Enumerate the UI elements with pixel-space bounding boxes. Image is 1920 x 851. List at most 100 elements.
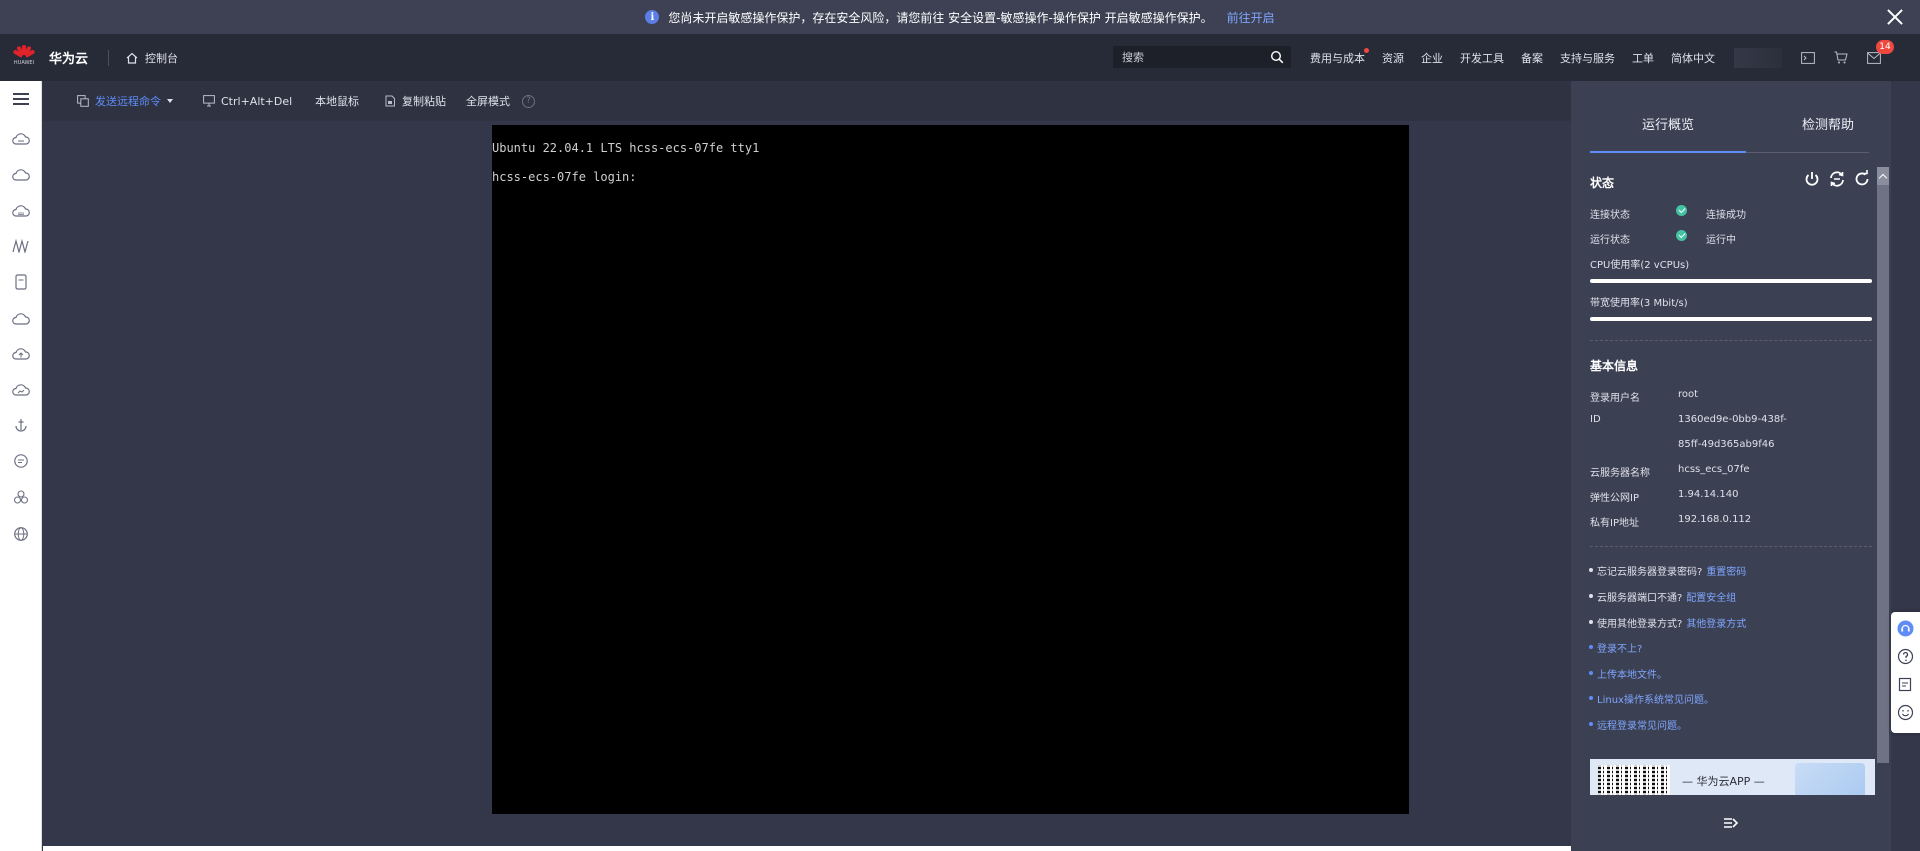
- console-link[interactable]: 控制台: [125, 50, 178, 66]
- scroll-up-icon[interactable]: [1877, 167, 1889, 185]
- remote-terminal-screen[interactable]: Ubuntu 22.04.1 LTS hcss-ecs-07fe tty1 hc…: [492, 125, 1409, 814]
- huawei-logo[interactable]: HUAWEI: [11, 43, 37, 73]
- help-item: 使用其他登录方式? 其他登录方式: [1588, 615, 1746, 630]
- connection-status-value: 连接成功: [1706, 210, 1746, 221]
- cloud-icon[interactable]: [11, 165, 31, 185]
- top-header: HUAWEI 华为云 控制台 搜索 费用与成本 资源 企业 开发工具 备案 支持…: [0, 34, 1920, 81]
- chevron-down-icon: [167, 99, 173, 103]
- anchor-icon[interactable]: [11, 415, 31, 435]
- configure-security-group-link[interactable]: 配置安全组: [1686, 593, 1736, 604]
- fullscreen-label: 全屏模式: [466, 95, 510, 108]
- logo-text: HUAWEI: [13, 59, 35, 66]
- search-input[interactable]: 搜索: [1113, 46, 1291, 68]
- info-value: 192.168.0.112: [1678, 514, 1752, 525]
- fullscreen-button[interactable]: 全屏模式 ?: [466, 81, 535, 121]
- vnc-toolbar: 发送远程命令 Ctrl+Alt+Del 本地鼠标 复制粘贴 全屏模式 ?: [43, 81, 1571, 121]
- nav-enterprise[interactable]: 企业: [1421, 50, 1443, 66]
- ctrl-alt-del-button[interactable]: Ctrl+Alt+Del: [203, 81, 292, 121]
- connection-status-label: 连接状态: [1590, 210, 1630, 221]
- send-icon: [77, 95, 89, 107]
- cloud-storage-icon[interactable]: [11, 201, 31, 221]
- check-circle-icon: [1676, 205, 1687, 216]
- bottom-strip: [43, 846, 1571, 851]
- reset-password-link[interactable]: 重置密码: [1706, 567, 1746, 578]
- info-value: hcss_ecs_07fe: [1678, 464, 1750, 475]
- info-label: 云服务器名称: [1590, 468, 1650, 479]
- upload-file-link[interactable]: 上传本地文件。: [1589, 666, 1667, 681]
- panel-footer: [1571, 795, 1891, 851]
- customer-service-icon[interactable]: [1897, 620, 1914, 637]
- tab-diagnostics[interactable]: 检测帮助: [1802, 114, 1854, 133]
- user-account[interactable]: [1734, 47, 1782, 68]
- question-icon[interactable]: [1897, 648, 1914, 665]
- home-icon: [126, 52, 138, 64]
- run-status-label: 运行状态: [1590, 235, 1630, 246]
- cart-icon[interactable]: [1833, 50, 1849, 66]
- run-status-value: 运行中: [1706, 235, 1736, 246]
- section-divider: [1590, 340, 1872, 341]
- nav-dev-tools[interactable]: 开发工具: [1460, 50, 1504, 66]
- section-divider: [1590, 546, 1872, 547]
- cpu-usage-bar: [1590, 279, 1872, 283]
- collapse-icon[interactable]: [1723, 817, 1739, 829]
- terminal-line: Ubuntu 22.04.1 LTS hcss-ecs-07fe tty1: [492, 141, 760, 155]
- power-icon[interactable]: [1803, 170, 1821, 188]
- bandwidth-usage-label: 带宽使用率(3 Mbit/s): [1590, 298, 1688, 309]
- nav-cost[interactable]: 费用与成本: [1310, 47, 1369, 66]
- other-login-link[interactable]: 其他登录方式: [1686, 619, 1746, 630]
- copy-paste-button[interactable]: 复制粘贴: [384, 81, 446, 121]
- menu-icon[interactable]: [11, 89, 31, 109]
- feedback-icon[interactable]: [1897, 676, 1914, 693]
- globe-icon[interactable]: [11, 524, 31, 544]
- cloud-monitor-icon[interactable]: [11, 380, 31, 400]
- chat-icon[interactable]: [11, 451, 31, 471]
- cloud-service-icon[interactable]: [11, 309, 31, 329]
- nav-support[interactable]: 支持与服务: [1560, 50, 1615, 66]
- ecs-cloud-icon[interactable]: [11, 129, 31, 149]
- local-mouse-button[interactable]: 本地鼠标: [315, 81, 359, 121]
- brand-name[interactable]: 华为云: [49, 48, 88, 67]
- info-value: 1.94.14.140: [1678, 489, 1739, 500]
- restart-icon[interactable]: [1828, 170, 1846, 188]
- cloud-upload-icon[interactable]: [11, 344, 31, 364]
- send-command-label: 发送远程命令: [95, 95, 161, 108]
- close-icon[interactable]: [1884, 6, 1906, 28]
- send-command-dropdown[interactable]: 发送远程命令: [77, 81, 173, 121]
- security-notice-bar: i 您尚未开启敏感操作保护，存在安全风险，请您前往 安全设置-敏感操作-操作保护…: [0, 0, 1920, 34]
- running-icon: [1676, 230, 1687, 241]
- panel-scrollbar[interactable]: [1877, 167, 1889, 763]
- floating-toolbar: [1891, 612, 1920, 733]
- nav-icp[interactable]: 备案: [1521, 50, 1543, 66]
- status-title: 状态: [1590, 176, 1615, 190]
- help-item: 云服务器端口不通? 配置安全组: [1588, 589, 1736, 604]
- app-promo-banner[interactable]: — 华为云APP —: [1590, 759, 1875, 795]
- smile-icon[interactable]: [1897, 704, 1914, 721]
- remote-login-faq-link[interactable]: 远程登录常见问题。: [1589, 717, 1687, 732]
- nav-language[interactable]: 简体中文: [1671, 50, 1715, 66]
- promo-graphic: [1795, 763, 1865, 795]
- service-sidebar: [0, 81, 42, 851]
- network-icon[interactable]: [11, 236, 31, 256]
- info-value: 85ff-49d365ab9f46: [1678, 439, 1775, 450]
- refresh-icon[interactable]: [1853, 170, 1871, 188]
- info-value: root: [1678, 389, 1699, 400]
- panel-tabs: 运行概览 检测帮助: [1589, 81, 1869, 153]
- info-label: 登录用户名: [1590, 393, 1640, 404]
- top-nav: 费用与成本 资源 企业 开发工具 备案 支持与服务 工单 简体中文 14: [1310, 34, 1899, 81]
- nav-ticket[interactable]: 工单: [1632, 50, 1654, 66]
- info-label: 弹性公网IP: [1590, 493, 1639, 504]
- search-icon[interactable]: [1270, 50, 1284, 64]
- cannot-login-link[interactable]: 登录不上?: [1588, 640, 1642, 655]
- message-icon[interactable]: 14: [1866, 39, 1894, 66]
- linux-faq-link[interactable]: Linux操作系统常见问题。: [1589, 691, 1714, 706]
- terminal-icon[interactable]: [1800, 50, 1816, 66]
- help-icon[interactable]: ?: [522, 94, 535, 108]
- basic-info-title: 基本信息: [1590, 359, 1639, 373]
- nav-resources[interactable]: 资源: [1382, 50, 1404, 66]
- server-icon[interactable]: [11, 272, 31, 292]
- info-label: 私有IP地址: [1590, 518, 1639, 529]
- notice-enable-link[interactable]: 前往开启: [1227, 9, 1275, 26]
- message-badge: 14: [1876, 39, 1894, 54]
- tab-overview[interactable]: 运行概览: [1589, 114, 1747, 153]
- cluster-icon[interactable]: [11, 487, 31, 507]
